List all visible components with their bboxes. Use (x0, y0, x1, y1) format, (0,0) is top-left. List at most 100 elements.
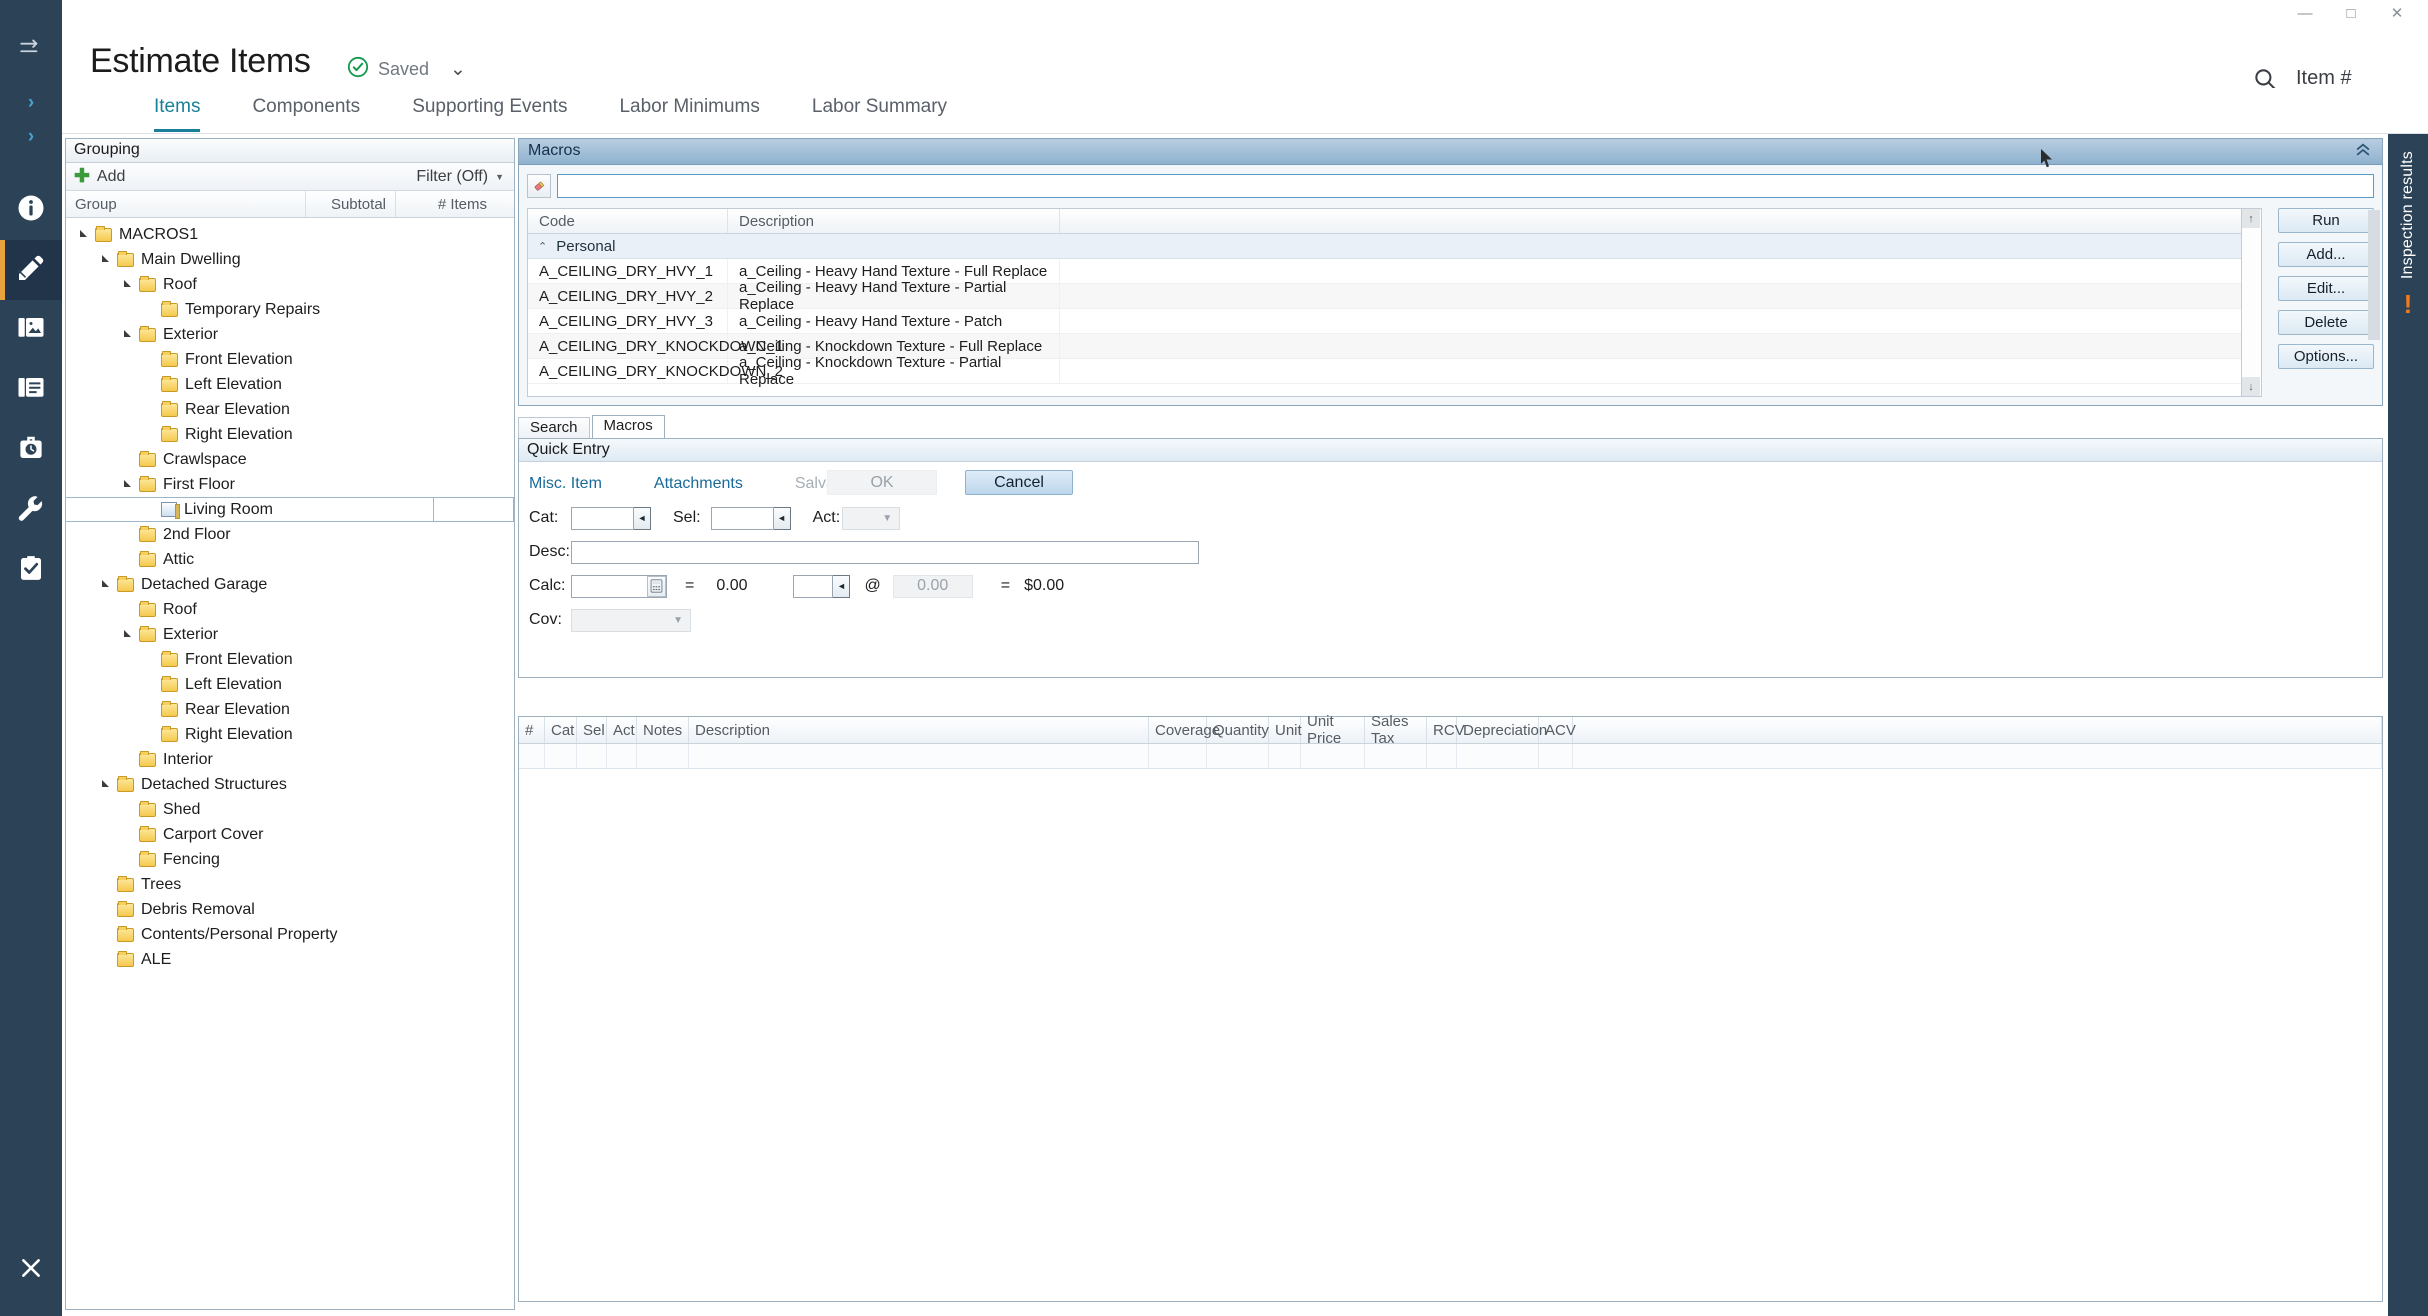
chevron-down-icon[interactable]: ⌄ (450, 58, 466, 81)
delete-button[interactable]: Delete (2278, 310, 2374, 335)
cat-field[interactable]: ◄ (571, 506, 651, 530)
table-cell[interactable] (689, 744, 1149, 768)
calc-input[interactable] (572, 575, 647, 597)
tree-item[interactable]: Contents/Personal Property (66, 922, 514, 947)
column-header-act[interactable]: Act (607, 717, 637, 743)
column-header-blank[interactable] (1060, 209, 2241, 233)
close-window-button[interactable]: ✕ (2374, 0, 2420, 26)
add-group-button[interactable]: ✚ Add (74, 167, 125, 186)
column-header-cat[interactable]: Cat (545, 717, 577, 743)
table-cell[interactable] (1207, 744, 1269, 768)
column-header-unit-price[interactable]: Unit Price (1301, 713, 1365, 747)
column-header-code[interactable]: Code (528, 209, 728, 233)
sidebar-item-documents[interactable] (0, 360, 62, 420)
table-cell[interactable] (1301, 744, 1365, 768)
column-header-items[interactable]: # Items (396, 191, 496, 217)
table-cell[interactable] (637, 744, 689, 768)
rail-chevron-2[interactable]: › (0, 120, 62, 154)
options-button[interactable]: Options... (2278, 344, 2374, 369)
tree-item[interactable]: Crawlspace (66, 447, 514, 472)
macro-row[interactable]: A_CEILING_DRY_KNOCKDOWN_2 a_Ceiling - Kno… (528, 354, 2241, 388)
table-cell[interactable] (1539, 744, 1573, 768)
maximize-button[interactable]: □ (2328, 0, 2374, 26)
quantity-input[interactable] (793, 574, 834, 598)
table-cell[interactable] (1457, 744, 1539, 768)
table-cell[interactable] (1573, 744, 2382, 768)
edit-button[interactable]: Edit... (2278, 276, 2374, 301)
column-header-sel[interactable]: Sel (577, 717, 607, 743)
tree-item[interactable]: Front Elevation (66, 347, 514, 372)
cat-dropdown-button[interactable]: ◄ (634, 506, 651, 530)
inspection-results-label[interactable]: Inspection results (2399, 151, 2417, 279)
calc-field[interactable] (571, 574, 667, 598)
attachments-link[interactable]: Attachments (654, 475, 743, 493)
subtab-search[interactable]: Search (518, 417, 590, 438)
tree-item[interactable]: Interior (66, 747, 514, 772)
tree-item[interactable]: Fencing (66, 847, 514, 872)
tree-item[interactable]: Left Elevation (66, 372, 514, 397)
expand-arrow-icon[interactable] (124, 281, 139, 288)
tab-items[interactable]: Items (154, 88, 201, 132)
expand-arrow-icon[interactable] (102, 256, 117, 263)
column-header-blank[interactable] (1573, 717, 2382, 743)
macro-search-input[interactable] (557, 174, 2374, 198)
table-cell[interactable] (1365, 744, 1427, 768)
tab-supporting-events[interactable]: Supporting Events (412, 88, 567, 132)
sel-input[interactable] (710, 506, 774, 530)
column-header-unit[interactable]: Unit (1269, 717, 1302, 743)
tree-item-selected[interactable]: Living Room (66, 497, 514, 522)
macros-scrollbar[interactable]: ↑ ↓ (2242, 208, 2262, 397)
quantity-field[interactable]: ◄ (793, 574, 851, 598)
expand-arrow-icon[interactable] (124, 631, 139, 638)
act-select[interactable]: ▼ (842, 506, 901, 530)
table-cell[interactable] (545, 744, 577, 768)
column-header-quantity[interactable]: Quantity (1207, 717, 1269, 743)
sidebar-item-time[interactable] (0, 420, 62, 480)
scroll-down-icon[interactable]: ↓ (2242, 377, 2260, 396)
tree-item[interactable]: Rear Elevation (66, 697, 514, 722)
tree-item[interactable]: Detached Garage (66, 572, 514, 597)
cancel-button[interactable]: Cancel (965, 470, 1073, 495)
table-cell[interactable] (607, 744, 637, 768)
table-cell[interactable] (1149, 744, 1207, 768)
column-header--[interactable]: # (519, 717, 545, 743)
run-button[interactable]: Run (2278, 208, 2374, 233)
table-cell[interactable] (1269, 744, 1301, 768)
column-header-depreciation[interactable]: Depreciation (1457, 717, 1547, 743)
table-row[interactable] (519, 744, 2382, 769)
tree-item[interactable]: Temporary Repairs (66, 297, 514, 322)
sel-dropdown-button[interactable]: ◄ (773, 506, 791, 530)
tab-labor-summary[interactable]: Labor Summary (812, 88, 947, 132)
sidebar-item-checklist[interactable] (0, 540, 62, 600)
misc-item-link[interactable]: Misc. Item (529, 475, 602, 493)
column-header-acv[interactable]: ACV (1539, 717, 1576, 743)
tree-item[interactable]: 2nd Floor (66, 522, 514, 547)
add-button[interactable]: Add... (2278, 242, 2374, 267)
expand-arrow-icon[interactable] (102, 781, 117, 788)
filter-button[interactable]: Filter (Off) ▼ (416, 168, 504, 186)
expand-arrow-icon[interactable] (124, 481, 139, 488)
expand-arrow-icon[interactable] (124, 331, 139, 338)
coverage-select[interactable]: ▼ (571, 608, 691, 632)
calculator-icon[interactable] (647, 575, 666, 597)
tree-item[interactable]: Front Elevation (66, 647, 514, 672)
tree-item[interactable]: Trees (66, 872, 514, 897)
table-cell[interactable] (577, 744, 607, 768)
column-header-notes[interactable]: Notes (637, 717, 689, 743)
macros-panel-scrollbar[interactable] (2368, 210, 2380, 395)
tree-item[interactable]: Exterior (66, 322, 514, 347)
tree-item[interactable]: Right Elevation (66, 722, 514, 747)
sidebar-item-tools[interactable] (0, 480, 62, 540)
expand-arrow-icon[interactable] (80, 231, 95, 238)
close-panel-button[interactable] (0, 1255, 62, 1286)
tree-item[interactable]: MACROS1 (66, 222, 514, 247)
tree-item[interactable]: First Floor (66, 472, 514, 497)
tree-item[interactable]: Rear Elevation (66, 397, 514, 422)
sel-field[interactable]: ◄ (710, 506, 791, 530)
tree-item[interactable]: Attic (66, 547, 514, 572)
tree-item[interactable]: ALE (66, 947, 514, 972)
tree-item[interactable]: Exterior (66, 622, 514, 647)
sidebar-item-photos[interactable] (0, 300, 62, 360)
tree-item[interactable]: Left Elevation (66, 672, 514, 697)
table-cell[interactable] (1427, 744, 1457, 768)
